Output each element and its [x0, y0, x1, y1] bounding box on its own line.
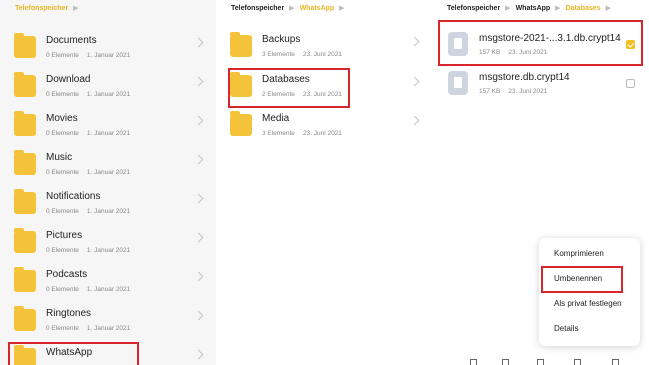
- chevron-right-icon: [193, 271, 204, 282]
- file-meta: 157 KB 23. Juni 2021: [479, 88, 548, 95]
- folder-meta: 0 Elemente 1. Januar 2021: [46, 286, 131, 293]
- send-icon[interactable]: [470, 359, 477, 365]
- chevron-right-icon: [409, 36, 420, 47]
- folder-name: Backups: [262, 34, 301, 45]
- menu-item-komprimieren[interactable]: Komprimieren: [554, 249, 604, 258]
- move-icon[interactable]: [537, 359, 544, 365]
- chevron-right-icon: ▶: [289, 5, 295, 12]
- folder-icon: [14, 72, 36, 97]
- breadcrumb-whatsapp[interactable]: WhatsApp: [516, 5, 551, 12]
- folder-meta: 0 Elemente 1. Januar 2021: [46, 208, 131, 215]
- folder-row-backups[interactable]: Backups 3 Elemente 23. Juni 2021: [216, 26, 432, 65]
- folder-row-pictures[interactable]: Pictures 0 Elemente 1. Januar 2021: [0, 222, 216, 261]
- breadcrumb-telefonspeicher[interactable]: Telefonspeicher: [447, 5, 500, 12]
- folder-meta: 0 Elemente 1. Januar 2021: [46, 91, 131, 98]
- breadcrumb: Telefonspeicher ▶ WhatsApp ▶: [231, 4, 350, 13]
- folder-icon: [14, 33, 36, 58]
- folder-row-documents[interactable]: Documents 0 Elemente 1. Januar 2021: [0, 27, 216, 66]
- folder-row-notifications[interactable]: Notifications 0 Elemente 1. Januar 2021: [0, 183, 216, 222]
- folder-row-podcasts[interactable]: Podcasts 0 Elemente 1. Januar 2021: [0, 261, 216, 300]
- copy-icon[interactable]: [502, 359, 509, 365]
- chevron-right-icon: [193, 193, 204, 204]
- chevron-right-icon: [193, 232, 204, 243]
- folder-name: Podcasts: [46, 269, 88, 280]
- chevron-right-icon: [193, 76, 204, 87]
- folder-meta: 0 Elemente 1. Januar 2021: [46, 247, 131, 254]
- folder-name: Movies: [46, 113, 78, 124]
- chevron-right-icon: [193, 349, 204, 360]
- folder-row-download[interactable]: Download 0 Elemente 1. Januar 2021: [0, 66, 216, 105]
- menu-item-details[interactable]: Details: [554, 324, 578, 333]
- folder-name: Notifications: [46, 191, 101, 202]
- breadcrumb-telefonspeicher[interactable]: Telefonspeicher: [15, 5, 68, 12]
- folder-meta: 0 Elemente 1. Januar 2021: [46, 52, 131, 59]
- chevron-right-icon: [193, 154, 204, 165]
- highlight-box: [8, 342, 139, 365]
- file-name: msgstore.db.crypt14: [479, 72, 570, 83]
- folder-name: Documents: [46, 35, 97, 46]
- folder-icon: [14, 150, 36, 175]
- chevron-right-icon: ▶: [555, 5, 561, 12]
- folder-icon: [14, 267, 36, 292]
- folder-icon: [14, 111, 36, 136]
- folder-icon: [230, 111, 252, 136]
- delete-icon[interactable]: [574, 359, 581, 365]
- folder-meta: 0 Elemente 1. Januar 2021: [46, 325, 131, 332]
- folder-meta: 0 Elemente 1. Januar 2021: [46, 169, 131, 176]
- chevron-right-icon: ▶: [73, 5, 79, 12]
- breadcrumb-whatsapp[interactable]: WhatsApp: [300, 5, 335, 12]
- breadcrumb: Telefonspeicher ▶: [15, 4, 84, 13]
- breadcrumb-telefonspeicher[interactable]: Telefonspeicher: [231, 5, 284, 12]
- checkbox-unchecked[interactable]: [626, 79, 635, 88]
- folder-icon: [230, 32, 252, 57]
- chevron-right-icon: [409, 115, 420, 126]
- breadcrumb: Telefonspeicher ▶ WhatsApp ▶ Databases ▶: [447, 4, 616, 13]
- folder-icon: [14, 189, 36, 214]
- folder-row-movies[interactable]: Movies 0 Elemente 1. Januar 2021: [0, 105, 216, 144]
- database-file-icon: [448, 71, 468, 95]
- folder-row-music[interactable]: Music 0 Elemente 1. Januar 2021: [0, 144, 216, 183]
- folder-row-ringtones[interactable]: Ringtones 0 Elemente 1. Januar 2021: [0, 300, 216, 339]
- bottom-toolbar: [440, 356, 649, 365]
- chevron-right-icon: ▶: [339, 5, 345, 12]
- folder-icon: [14, 306, 36, 331]
- folder-name: Music: [46, 152, 73, 163]
- folder-name: Ringtones: [46, 308, 92, 319]
- chevron-right-icon: ▶: [505, 5, 511, 12]
- folder-row-media[interactable]: Media 3 Elemente 23. Juni 2021: [216, 105, 432, 144]
- highlight-box: [438, 20, 643, 66]
- folder-name: Download: [46, 74, 91, 85]
- more-icon[interactable]: [612, 359, 619, 365]
- whatsapp-folder-panel: Telefonspeicher ▶ WhatsApp ▶ Backups 3 Elem…: [216, 0, 432, 365]
- chevron-right-icon: ▶: [605, 5, 611, 12]
- storage-root-panel: Telefonspeicher ▶ Documents 0 Elemente 1. …: [0, 0, 216, 365]
- highlight-box: [541, 266, 623, 293]
- menu-item-als-privat-festlegen[interactable]: Als privat festlegen: [554, 299, 622, 308]
- breadcrumb-databases[interactable]: Databases: [566, 5, 601, 12]
- folder-meta: 0 Elemente 1. Januar 2021: [46, 130, 131, 137]
- folder-name: Media: [262, 113, 290, 124]
- folder-name: Pictures: [46, 230, 83, 241]
- highlight-box: [228, 68, 350, 108]
- folder-icon: [14, 228, 36, 253]
- folder-meta: 3 Elemente 23. Juni 2021: [262, 130, 342, 137]
- file-row-msgstore[interactable]: msgstore.db.crypt14 157 KB 23. Juni 2021: [432, 66, 649, 105]
- chevron-right-icon: [193, 37, 204, 48]
- chevron-right-icon: [193, 310, 204, 321]
- chevron-right-icon: [193, 115, 204, 126]
- chevron-right-icon: [409, 76, 420, 87]
- folder-meta: 3 Elemente 23. Juni 2021: [262, 51, 342, 58]
